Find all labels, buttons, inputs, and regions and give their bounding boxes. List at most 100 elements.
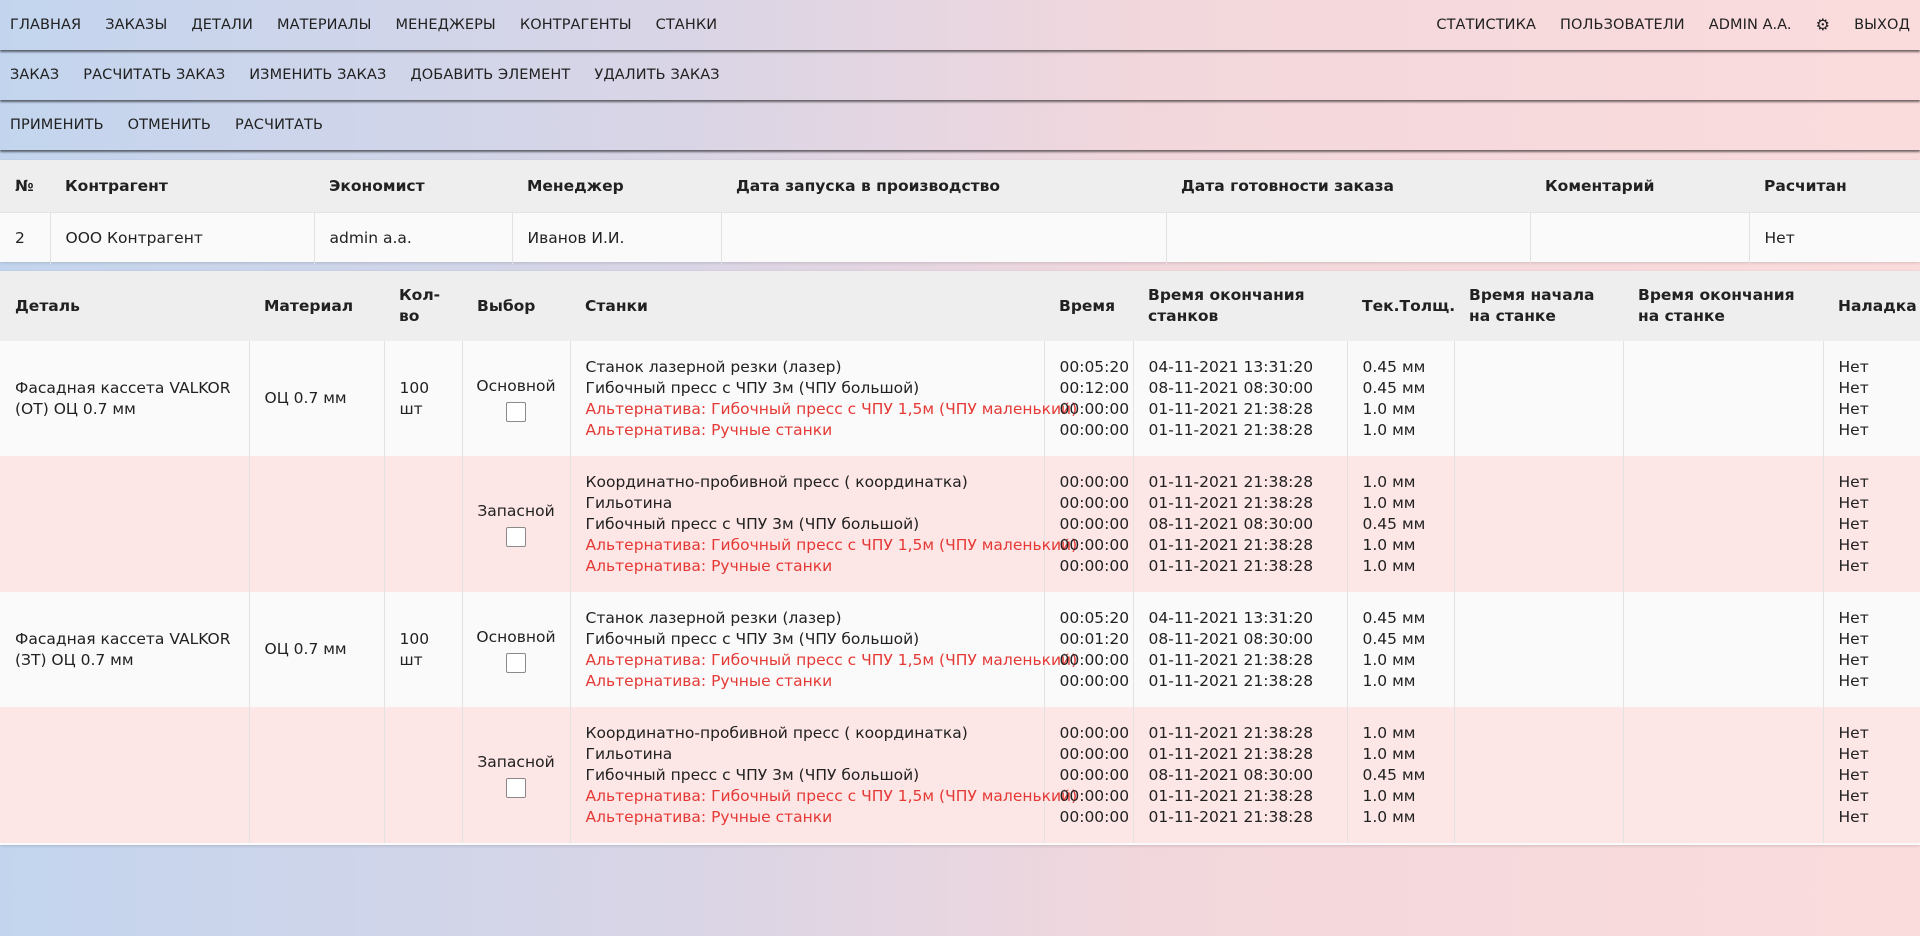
machine-name: Координатно-пробивной пресс ( координатк… <box>585 472 968 491</box>
choice-label: Основной <box>476 376 556 395</box>
thickness: 1.0 мм <box>1362 744 1416 763</box>
order-calculated: Нет <box>1748 212 1920 264</box>
thickness-cell: 1.0 мм 1.0 мм 0.45 мм 1.0 мм 1.0 мм <box>1346 707 1454 843</box>
machine-time: 00:00:00 <box>1059 535 1130 554</box>
details-header-row: Деталь Материал Кол-во Выбор Станки Врем… <box>0 271 1920 341</box>
order-menu-delete[interactable]: УДАЛИТЬ ЗАКАЗ <box>582 50 731 100</box>
machine-end-time-cell: 01-11-2021 21:38:28 01-11-2021 21:38:28 08… <box>1132 707 1347 843</box>
setup-cell: Нет Нет Нет Нет <box>1822 341 1920 456</box>
nav-current-user[interactable]: ADMIN A.A. <box>1697 0 1804 50</box>
machine-time-cell: 00:00:00 00:00:00 00:00:00 00:00:00 00:00:00 <box>1043 707 1133 843</box>
machine-time: 00:05:20 <box>1059 357 1130 376</box>
order-table: № Контрагент Экономист Менеджер Дата зап… <box>0 160 1920 264</box>
machine-end-time: 08-11-2021 08:30:00 <box>1148 514 1314 533</box>
setup: Нет <box>1838 629 1869 648</box>
nav-orders[interactable]: ЗАКАЗЫ <box>93 0 179 50</box>
order-info-card: № Контрагент Экономист Менеджер Дата зап… <box>0 160 1920 264</box>
setup: Нет <box>1838 765 1869 784</box>
thickness: 0.45 мм <box>1362 514 1426 533</box>
nav-materials[interactable]: МАТЕРИАЛЫ <box>265 0 384 50</box>
actions-bar: ПРИМЕНИТЬ ОТМЕНИТЬ РАСЧИТАТЬ <box>0 100 1920 150</box>
setup: Нет <box>1838 399 1869 418</box>
thickness: 0.45 мм <box>1362 765 1426 784</box>
thickness: 1.0 мм <box>1362 786 1416 805</box>
alternative-machine: Альтернатива: Ручные станки <box>585 556 833 575</box>
order-menu-edit[interactable]: ИЗМЕНИТЬ ЗАКАЗ <box>237 50 398 100</box>
details-table: Деталь Материал Кол-во Выбор Станки Врем… <box>0 271 1920 843</box>
thickness: 1.0 мм <box>1362 671 1416 690</box>
nav-users[interactable]: ПОЛЬЗОВАТЕЛИ <box>1548 0 1697 50</box>
detail-material: ОЦ 0.7 мм <box>248 592 384 707</box>
alternative-machine: Альтернатива: Гибочный пресс с ЧПУ 1,5м … <box>585 399 1078 418</box>
machine-name: Гибочный пресс с ЧПУ 3м (ЧПУ большой) <box>585 514 920 533</box>
nav-machines[interactable]: СТАНКИ <box>644 0 730 50</box>
detail-row[interactable]: Запасной Координатно-пробивной пресс ( ко… <box>0 707 1920 843</box>
details-body: Фасадная кассета VALKOR (ОТ) ОЦ 0.7 мм ОЦ… <box>0 341 1920 843</box>
detail-name: Фасадная кассета VALKOR (ОТ) ОЦ 0.7 мм <box>0 341 249 456</box>
thickness: 1.0 мм <box>1362 556 1416 575</box>
setup-cell: Нет Нет Нет Нет Нет <box>1822 707 1920 843</box>
col-thickness: Тек.Толщ. <box>1347 271 1455 341</box>
gear-icon: ⚙ <box>1815 14 1831 34</box>
nav-details[interactable]: ДЕТАЛИ <box>179 0 265 50</box>
nav-managers[interactable]: МЕНЕДЖЕРЫ <box>384 0 508 50</box>
machine-name: Гильотина <box>585 744 673 763</box>
order-menu-order[interactable]: ЗАКАЗ <box>0 50 71 100</box>
nav-counterparties[interactable]: КОНТРАГЕНТЫ <box>508 0 644 50</box>
detail-row[interactable]: Запасной Координатно-пробивной пресс ( ко… <box>0 456 1920 592</box>
apply-button[interactable]: ПРИМЕНИТЬ <box>0 100 116 150</box>
choice-label: Запасной <box>477 502 555 520</box>
machine-finish-cell <box>1622 707 1823 843</box>
choice-checkbox[interactable] <box>506 778 526 798</box>
thickness-cell: 0.45 мм 0.45 мм 1.0 мм 1.0 мм <box>1346 592 1454 707</box>
col-ready-date: Дата готовности заказа <box>1166 160 1530 213</box>
machine-time: 00:00:00 <box>1059 650 1130 669</box>
setup: Нет <box>1838 744 1869 763</box>
machines-cell: Станок лазерной резки (лазер) Гибочный пр… <box>569 341 1078 456</box>
setup: Нет <box>1838 514 1869 533</box>
detail-quantity: 100 шт <box>383 341 462 456</box>
nav-home[interactable]: ГЛАВНАЯ <box>0 0 93 50</box>
cancel-button[interactable]: ОТМЕНИТЬ <box>116 100 223 150</box>
machine-start-cell <box>1453 592 1623 707</box>
setup: Нет <box>1838 535 1869 554</box>
setup: Нет <box>1838 786 1869 805</box>
detail-name <box>0 707 249 843</box>
order-number: 2 <box>0 212 50 264</box>
machine-time: 00:00:00 <box>1059 493 1130 512</box>
order-comment <box>1529 212 1749 264</box>
machine-time: 00:00:00 <box>1059 514 1130 533</box>
setup: Нет <box>1838 420 1869 439</box>
machine-time: 00:00:00 <box>1059 556 1130 575</box>
machine-end-time: 01-11-2021 21:38:28 <box>1148 807 1314 826</box>
order-row[interactable]: 2 ООО Контрагент admin a.a. Иванов И.И. … <box>0 212 1920 264</box>
order-manager: Иванов И.И. <box>511 212 721 264</box>
choice-checkbox[interactable] <box>506 527 526 547</box>
col-setup: Наладка <box>1823 271 1920 341</box>
alternative-machine: Альтернатива: Ручные станки <box>585 671 833 690</box>
order-menu-add-element[interactable]: ДОБАВИТЬ ЭЛЕМЕНТ <box>398 50 582 100</box>
detail-row[interactable]: Фасадная кассета VALKOR (ЗТ) ОЦ 0.7 мм ОЦ… <box>0 592 1920 707</box>
thickness: 0.45 мм <box>1362 608 1426 627</box>
machine-time: 00:12:00 <box>1059 378 1130 397</box>
settings-button[interactable]: ⚙ <box>1804 0 1842 51</box>
nav-statistics[interactable]: СТАТИСТИКА <box>1424 0 1548 50</box>
col-counterparty: Контрагент <box>50 160 314 213</box>
order-header-row: № Контрагент Экономист Менеджер Дата зап… <box>0 160 1920 213</box>
choice-checkbox[interactable] <box>506 652 526 673</box>
machine-time: 00:05:20 <box>1059 608 1130 627</box>
machine-end-time: 01-11-2021 21:38:28 <box>1148 786 1314 805</box>
machine-name: Станок лазерной резки (лазер) <box>585 357 842 376</box>
order-menu-calculate[interactable]: РАСЧИТАТЬ ЗАКАЗ <box>71 50 237 100</box>
thickness: 1.0 мм <box>1362 723 1416 742</box>
choice-checkbox[interactable] <box>506 401 526 422</box>
detail-material: ОЦ 0.7 мм <box>248 341 384 456</box>
machine-time: 00:00:00 <box>1059 807 1130 826</box>
col-number: № <box>0 160 50 213</box>
calculate-button[interactable]: РАСЧИТАТЬ <box>223 100 335 150</box>
col-quantity: Кол-во <box>384 271 462 341</box>
detail-material <box>248 456 384 592</box>
logout-button[interactable]: ВЫХОД <box>1842 0 1920 50</box>
detail-row[interactable]: Фасадная кассета VALKOR (ОТ) ОЦ 0.7 мм ОЦ… <box>0 341 1920 456</box>
machine-end-time: 01-11-2021 21:38:28 <box>1148 493 1314 512</box>
